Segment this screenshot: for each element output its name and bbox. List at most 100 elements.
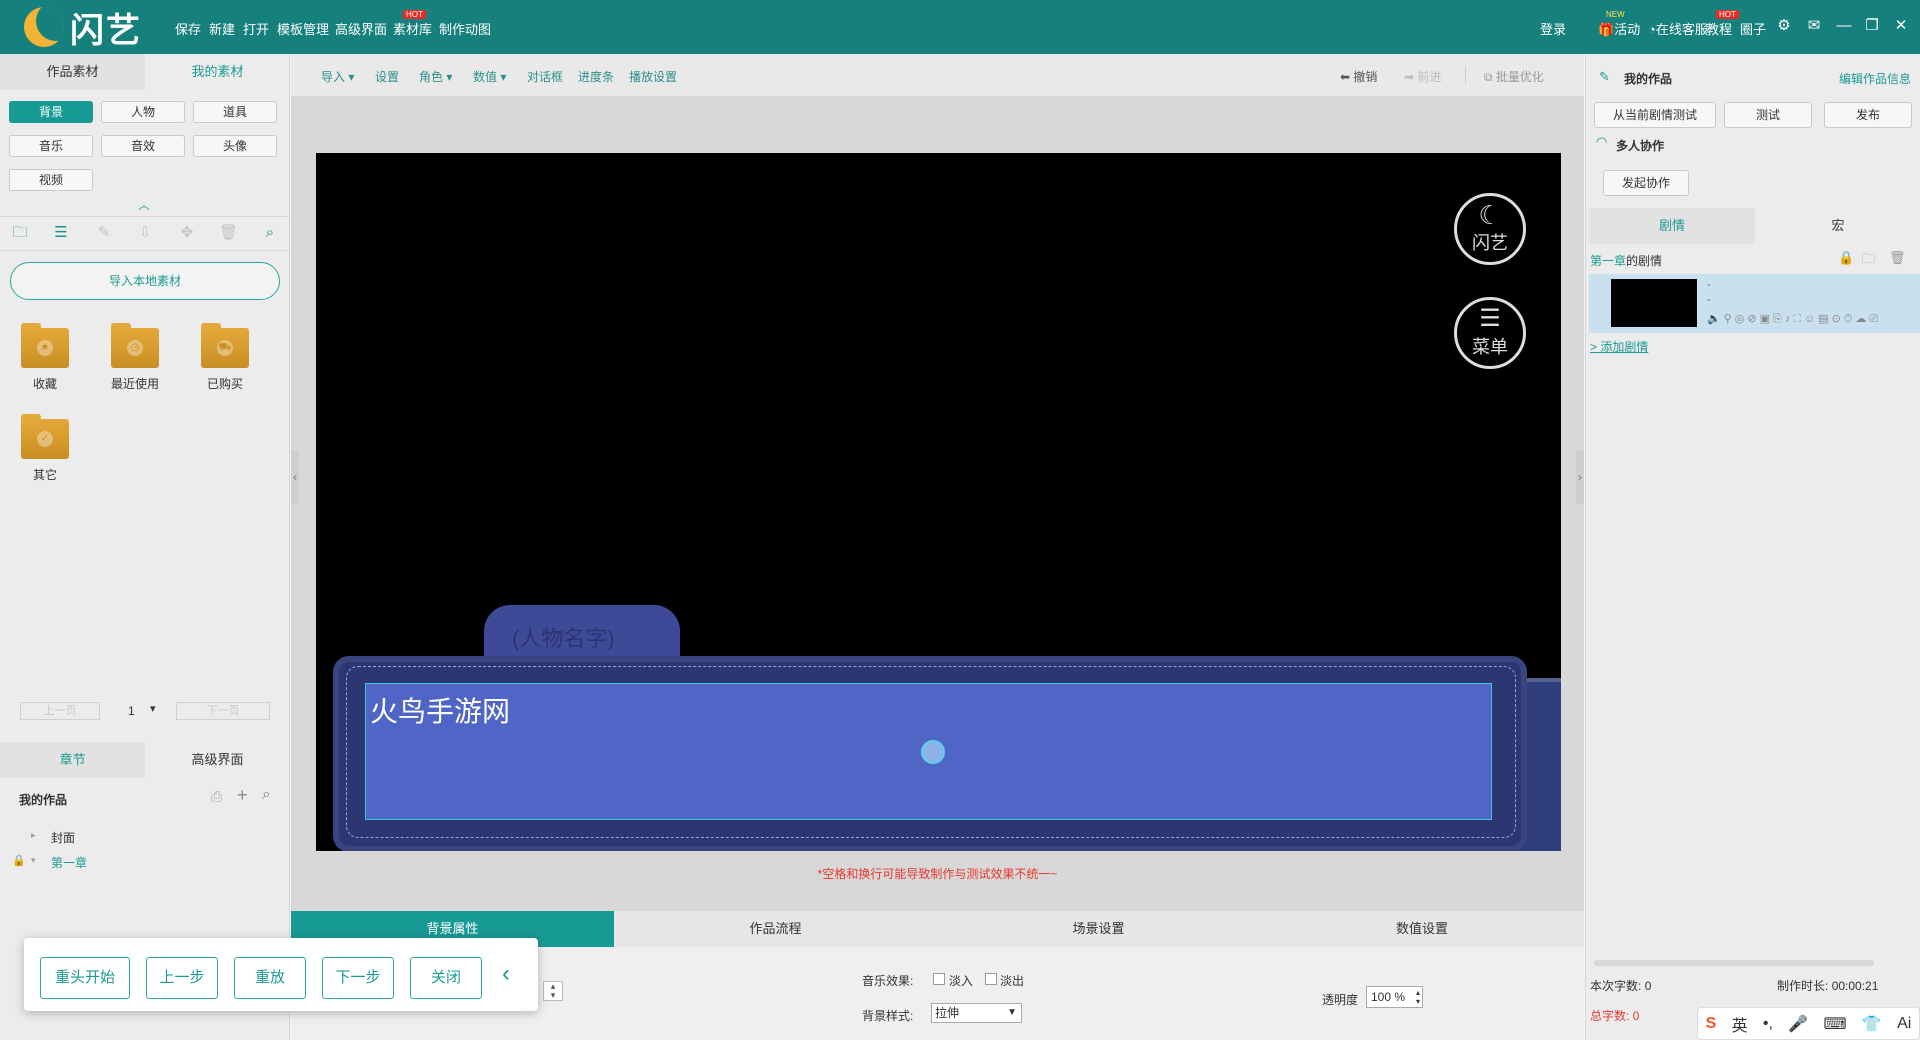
collapse-right-chevron-icon[interactable]: ›: [1576, 450, 1584, 504]
tab-my-assets[interactable]: 我的素材: [145, 54, 290, 90]
import-icon[interactable]: ⎙: [211, 788, 222, 805]
drag-handle[interactable]: [921, 740, 945, 764]
tab-work-assets[interactable]: 作品素材: [0, 54, 145, 90]
menu-open[interactable]: 打开: [243, 19, 269, 38]
microphone-icon[interactable]: 🎤: [1788, 1014, 1808, 1034]
category-music[interactable]: 音乐: [9, 135, 93, 157]
page-number[interactable]: 1: [128, 704, 135, 718]
trash-icon[interactable]: 🗑: [1889, 250, 1906, 266]
bg-style-select[interactable]: 拉伸 ▼: [931, 1003, 1022, 1023]
horizontal-scrollbar[interactable]: [1594, 960, 1874, 966]
redo-button[interactable]: ➡ 前进: [1404, 68, 1441, 85]
toolbar-settings[interactable]: 设置: [375, 68, 399, 85]
category-video[interactable]: 视频: [9, 169, 93, 191]
menu-activity[interactable]: NEW 🎁活动: [1598, 10, 1640, 38]
test-button[interactable]: 测试: [1724, 102, 1812, 128]
next-step-button[interactable]: 下一步: [322, 957, 394, 999]
menu-new[interactable]: 新建: [209, 19, 235, 38]
menu-advanced-ui[interactable]: 高级界面: [335, 19, 387, 38]
menu-template-manage[interactable]: 模板管理: [277, 19, 329, 38]
folder-icon[interactable]: 🗀: [1862, 250, 1875, 272]
batch-optimize-button[interactable]: ⧉ 批量优化: [1484, 68, 1544, 85]
fade-in-checkbox[interactable]: [933, 973, 945, 985]
skin-icon[interactable]: 👕: [1862, 1014, 1882, 1034]
menu-asset-library[interactable]: HOT 素材库: [393, 10, 432, 38]
lock-icon[interactable]: 🔒: [12, 854, 26, 867]
category-background[interactable]: 背景: [9, 101, 93, 123]
previous-step-button[interactable]: 上一步: [146, 957, 218, 999]
category-prop[interactable]: 道具: [193, 101, 277, 123]
menu-make-gif[interactable]: 制作动图: [439, 19, 491, 38]
fade-out-checkbox[interactable]: [985, 973, 997, 985]
close-icon[interactable]: ✕: [1893, 18, 1909, 34]
ai-button[interactable]: Ai: [1897, 1015, 1911, 1033]
publish-button[interactable]: 发布: [1824, 102, 1912, 128]
list-edit-icon[interactable]: ☰: [52, 224, 70, 242]
mail-icon[interactable]: ✉: [1806, 18, 1822, 34]
stage-menu-button[interactable]: ☰ 菜单: [1454, 297, 1526, 369]
close-button[interactable]: 关闭: [410, 957, 482, 999]
prev-page-button[interactable]: 上一页: [20, 702, 100, 720]
opacity-input[interactable]: 100 % ▴ ▾: [1366, 986, 1423, 1008]
toolbar-playback-settings[interactable]: 播放设置: [629, 68, 677, 85]
test-from-current-button[interactable]: 从当前剧情测试: [1594, 102, 1716, 128]
menu-tutorial[interactable]: HOT 教程: [1706, 10, 1739, 38]
menu-circle[interactable]: 圈子: [1740, 19, 1766, 38]
toolbar-progress-bar[interactable]: 进度条: [578, 68, 614, 85]
folder-favorites-icon[interactable]: ★: [21, 323, 69, 368]
minimize-icon[interactable]: —: [1836, 18, 1852, 34]
tab-advanced-ui[interactable]: 高级界面: [145, 742, 290, 778]
new-folder-icon[interactable]: 🗀: [11, 224, 29, 242]
scene-list-item[interactable]: - - 🔈⚲◎⊘▣⎘♪⛶☺▤⊙⏱☁⎚: [1589, 274, 1920, 333]
menu-online-service[interactable]: ◔在线客服: [1648, 19, 1708, 38]
keyboard-icon[interactable]: ⌨: [1823, 1014, 1846, 1034]
collapse-left-chevron-icon[interactable]: ‹: [291, 450, 299, 504]
page-dropdown-chevron-icon[interactable]: ▾: [150, 702, 156, 715]
login-link[interactable]: 登录: [1540, 19, 1566, 38]
stepper-icon[interactable]: ▴ ▾: [543, 981, 563, 1001]
ime-language-toggle[interactable]: 英: [1732, 1012, 1748, 1036]
category-avatar[interactable]: 头像: [193, 135, 277, 157]
punctuation-icon[interactable]: •,: [1763, 1015, 1773, 1033]
category-character[interactable]: 人物: [101, 101, 185, 123]
menu-save[interactable]: 保存: [175, 19, 201, 38]
import-local-assets-button[interactable]: 导入本地素材: [10, 262, 280, 300]
gear-icon[interactable]: ⚙: [1776, 18, 1792, 34]
tab-work-flow[interactable]: 作品流程: [614, 911, 937, 947]
sogou-logo-icon[interactable]: S: [1706, 1015, 1717, 1033]
add-icon[interactable]: +: [237, 785, 248, 806]
tree-collapse-icon[interactable]: ▾: [31, 855, 36, 866]
edit-work-info-link[interactable]: 编辑作品信息: [1839, 70, 1911, 87]
tree-item-chapter-one[interactable]: 第一章: [51, 854, 87, 871]
tab-plot[interactable]: 剧情: [1589, 208, 1755, 244]
toolbar-dialog-box[interactable]: 对话框: [527, 68, 563, 85]
folder-recent-icon[interactable]: ◷: [111, 323, 159, 368]
category-sound[interactable]: 音效: [101, 135, 185, 157]
dialog-text-box[interactable]: 火鸟手游网: [365, 683, 1492, 820]
stage-logo-button[interactable]: ☾ 闪艺: [1454, 193, 1526, 265]
tab-chapters[interactable]: 章节: [0, 742, 145, 778]
restore-icon[interactable]: ❐: [1864, 18, 1880, 34]
add-plot-link[interactable]: > 添加剧情: [1590, 338, 1648, 355]
search-icon[interactable]: ⌕: [262, 786, 271, 804]
folder-other-icon[interactable]: ✓: [21, 414, 69, 459]
undo-button[interactable]: ⬅ 撤销: [1340, 68, 1377, 85]
next-page-button[interactable]: 下一页: [176, 702, 270, 720]
restart-button[interactable]: 重头开始: [40, 957, 130, 999]
tab-macro[interactable]: 宏: [1755, 208, 1920, 244]
tab-value-settings[interactable]: 数值设置: [1260, 911, 1584, 947]
replay-button[interactable]: 重放: [234, 957, 306, 999]
tab-scene-settings[interactable]: 场景设置: [937, 911, 1260, 947]
toolbar-character[interactable]: 角色 ▾: [419, 68, 452, 85]
stepper-icon[interactable]: ▴ ▾: [1416, 988, 1420, 1006]
tree-expand-icon[interactable]: ▸: [31, 830, 36, 841]
collapse-chevron-up-icon[interactable]: ︿: [138, 196, 150, 213]
search-icon[interactable]: ⌕: [261, 224, 279, 242]
toolbar-import[interactable]: 导入 ▾: [321, 68, 354, 85]
folder-purchased-icon[interactable]: ⛟: [201, 323, 249, 368]
chevron-left-icon[interactable]: ‹: [502, 960, 510, 988]
lock-icon[interactable]: 🔒: [1838, 250, 1854, 266]
game-stage-preview[interactable]: ☾ 闪艺 ☰ 菜单 (人物名字) 火鸟手游网: [316, 153, 1561, 851]
toolbar-values[interactable]: 数值 ▾: [473, 68, 506, 85]
start-collab-button[interactable]: 发起协作: [1603, 170, 1689, 196]
